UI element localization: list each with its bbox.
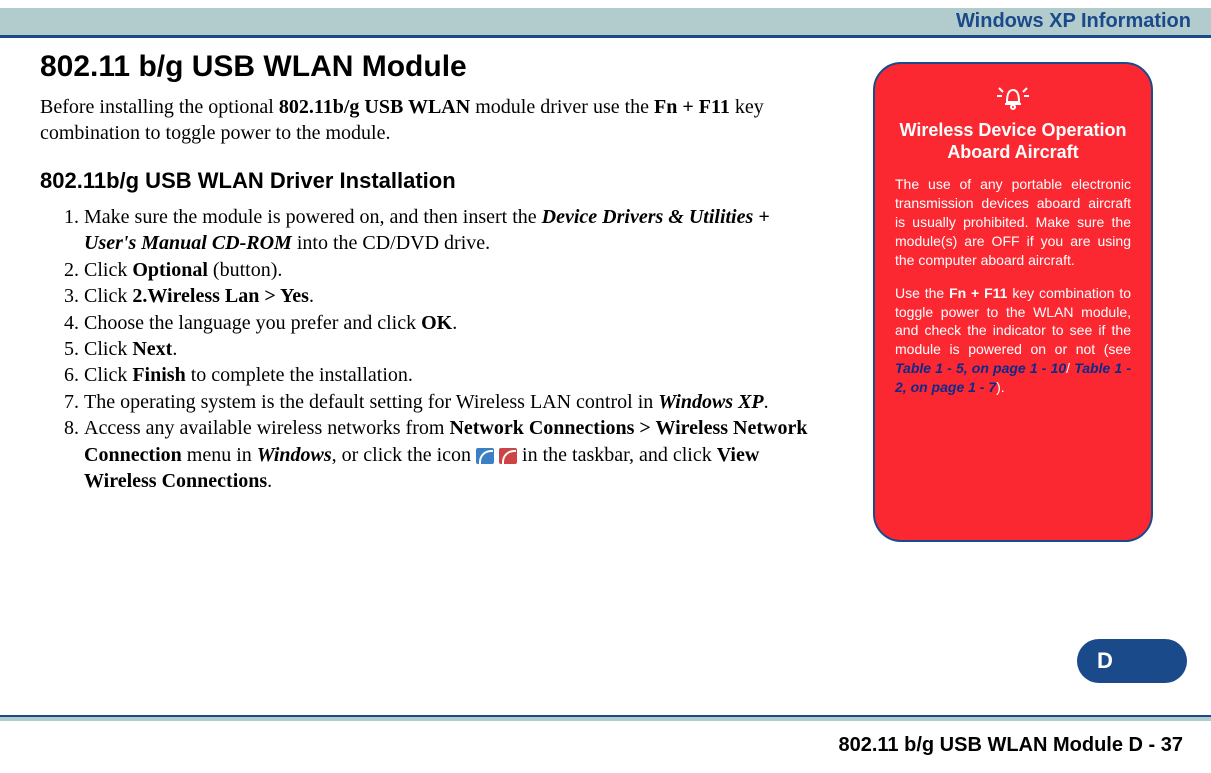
list-item: Click Finish to complete the installatio… bbox=[84, 362, 810, 388]
footer-section: 802.11 b/g USB WLAN Module bbox=[838, 734, 1122, 756]
footer-page: D - 37 bbox=[1129, 734, 1183, 756]
chapter-tab-label: D bbox=[1097, 648, 1113, 674]
warning-body: The use of any portable electronic trans… bbox=[895, 175, 1131, 397]
warning-callout: Wireless Device Operation Aboard Aircraf… bbox=[873, 62, 1153, 542]
list-item: Choose the language you prefer and click… bbox=[84, 310, 810, 336]
chapter-tab: D bbox=[1077, 639, 1187, 683]
header-title: Windows XP Information bbox=[956, 10, 1191, 33]
wifi-on-icon bbox=[476, 448, 494, 464]
list-item: Access any available wireless networks f… bbox=[84, 415, 810, 494]
list-item: The operating system is the default sett… bbox=[84, 389, 810, 415]
list-item: Click Optional (button). bbox=[84, 257, 810, 283]
warning-title: Wireless Device Operation Aboard Aircraf… bbox=[895, 120, 1131, 163]
list-item: Click 2.Wireless Lan > Yes. bbox=[84, 283, 810, 309]
install-steps: Make sure the module is powered on, and … bbox=[40, 204, 810, 494]
header-bar: Windows XP Information bbox=[0, 8, 1211, 38]
page-heading: 802.11 b/g USB WLAN Module bbox=[40, 50, 810, 84]
wifi-off-icon bbox=[499, 448, 517, 464]
footer-divider bbox=[0, 715, 1211, 721]
warning-p1: The use of any portable electronic trans… bbox=[895, 175, 1131, 269]
warning-p2: Use the Fn + F11 key combination to togg… bbox=[895, 284, 1131, 397]
intro-paragraph: Before installing the optional 802.11b/g… bbox=[40, 94, 810, 146]
page-footer: 802.11 b/g USB WLAN Module D - 37 bbox=[838, 734, 1183, 757]
list-item: Click Next. bbox=[84, 336, 810, 362]
alarm-bell-icon bbox=[895, 82, 1131, 114]
list-item: Make sure the module is powered on, and … bbox=[84, 204, 810, 257]
main-content: 802.11 b/g USB WLAN Module Before instal… bbox=[40, 50, 810, 494]
subheading: 802.11b/g USB WLAN Driver Installation bbox=[40, 168, 810, 194]
